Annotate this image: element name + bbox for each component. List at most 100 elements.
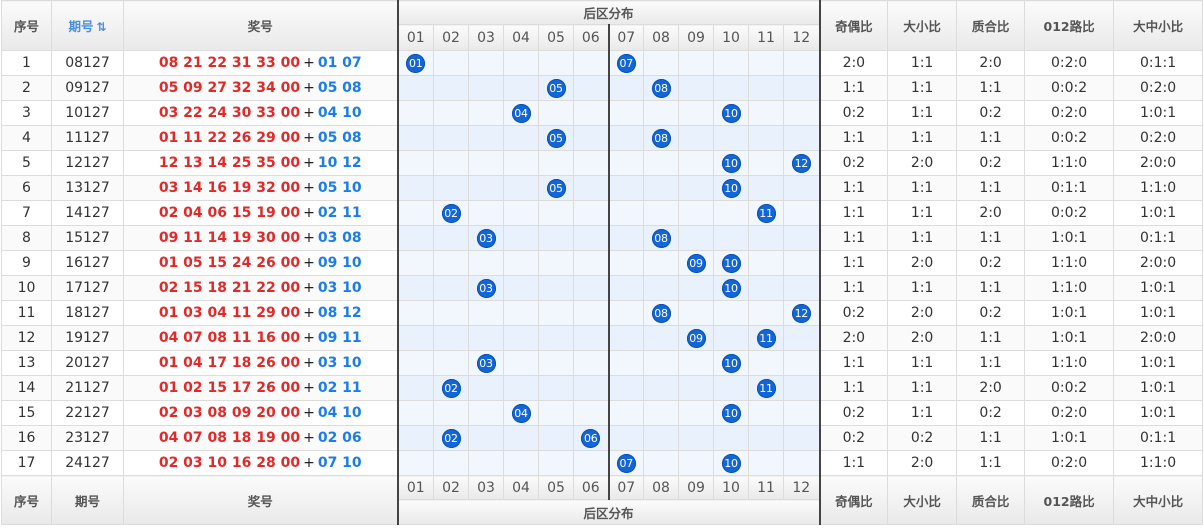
row-index: 5 <box>1 150 52 176</box>
row-road012: 1:1:0 <box>1024 250 1115 276</box>
row-size: 1:1 <box>887 375 958 401</box>
distribution-cell <box>433 150 469 176</box>
row-prime: 0:2 <box>956 300 1026 326</box>
row-road012: 0:1:1 <box>1024 175 1115 201</box>
back-numbers: 03 10 <box>317 355 362 371</box>
distribution-cell <box>396 300 434 326</box>
distribution-cell <box>607 200 644 226</box>
header-size: 大小比 <box>887 0 958 51</box>
back-numbers: 02 11 <box>317 380 362 396</box>
distribution-cell <box>503 225 539 251</box>
distribution-cell: 10 <box>713 150 749 176</box>
distribution-cell <box>678 300 714 326</box>
distribution-cell: 08 <box>643 125 679 151</box>
table-row: 12 19127 04 07 08 11 16 00 +09 11 09 11 2:0 2:0… <box>1 325 1204 351</box>
row-draw: 01 02 15 17 26 00 +02 11 <box>123 375 398 401</box>
row-size: 2:0 <box>887 250 958 276</box>
row-period: 14127 <box>51 200 124 226</box>
distribution-cell <box>538 400 574 426</box>
header-num: 01 <box>396 24 434 51</box>
row-sml: 1:0:1 <box>1113 400 1204 426</box>
row-draw: 02 04 06 15 19 00 +02 11 <box>123 200 398 226</box>
distribution-cell <box>748 100 784 126</box>
distribution-cell: 10 <box>713 350 749 376</box>
distribution-cell <box>782 250 821 276</box>
distribution-cell <box>643 50 679 76</box>
row-size: 2:0 <box>887 325 958 351</box>
row-road012: 1:0:1 <box>1024 225 1115 251</box>
distribution-cell: 02 <box>433 375 469 401</box>
distribution-cell <box>678 400 714 426</box>
row-parity: 0:2 <box>819 150 889 176</box>
back-numbers: 09 11 <box>317 330 362 346</box>
row-sml: 1:0:1 <box>1113 300 1204 326</box>
ball-marker: 10 <box>721 278 741 298</box>
distribution-cell <box>573 325 609 351</box>
front-numbers: 02 15 18 21 22 00 <box>158 280 301 296</box>
row-prime: 1:1 <box>956 275 1026 301</box>
sort-icon[interactable]: ⇅ <box>96 20 106 34</box>
distribution-cell <box>782 50 821 76</box>
plus-sign: + <box>303 130 315 146</box>
row-parity: 0:2 <box>819 400 889 426</box>
row-sml: 2:0:0 <box>1113 150 1204 176</box>
row-sml: 1:0:1 <box>1113 350 1204 376</box>
distribution-cell <box>433 325 469 351</box>
distribution-cell <box>538 250 574 276</box>
distribution-cell <box>503 350 539 376</box>
ball-marker: 03 <box>476 353 496 373</box>
header-period-sortable[interactable]: 期号 ⇅ <box>51 0 124 51</box>
table-row: 15 22127 02 03 08 09 20 00 +04 10 04 10 0:2 1:1… <box>1 400 1204 426</box>
distribution-cell <box>396 450 434 476</box>
footer-num: 07 <box>607 475 644 500</box>
table-row: 6 13127 03 14 16 19 32 00 +05 10 05 10 1:1 1:1 1… <box>1 175 1204 201</box>
distribution-cell: 08 <box>643 225 679 251</box>
back-numbers: 01 07 <box>317 55 362 71</box>
row-draw: 05 09 27 32 34 00 +05 08 <box>123 75 398 101</box>
distribution-cell <box>468 400 504 426</box>
row-prime: 1:1 <box>956 75 1026 101</box>
distribution-cell <box>643 350 679 376</box>
row-road012: 1:1:0 <box>1024 275 1115 301</box>
footer-num: 06 <box>573 475 609 500</box>
distribution-cell <box>433 400 469 426</box>
row-parity: 1:1 <box>819 200 889 226</box>
row-parity: 1:1 <box>819 75 889 101</box>
row-size: 1:1 <box>887 125 958 151</box>
row-road012: 0:0:2 <box>1024 75 1115 101</box>
distribution-cell <box>748 450 784 476</box>
distribution-cell <box>573 175 609 201</box>
row-prime: 0:2 <box>956 100 1026 126</box>
footer-road012: 012路比 <box>1024 475 1115 525</box>
ball-marker: 09 <box>686 253 706 273</box>
distribution-cell: 02 <box>433 425 469 451</box>
back-numbers: 09 10 <box>317 255 362 271</box>
footer-draw: 奖号 <box>123 475 398 525</box>
back-numbers: 04 10 <box>317 405 362 421</box>
front-numbers: 01 02 15 17 26 00 <box>158 380 301 396</box>
distribution-cell <box>503 325 539 351</box>
footer-period: 期号 <box>51 475 124 525</box>
ball-marker: 03 <box>476 228 496 248</box>
ball-marker: 09 <box>686 328 706 348</box>
plus-sign: + <box>303 355 315 371</box>
row-parity: 2:0 <box>819 50 889 76</box>
distribution-cell <box>503 250 539 276</box>
distribution-cell <box>607 375 644 401</box>
row-period: 13127 <box>51 175 124 201</box>
header-parity: 奇偶比 <box>819 0 889 51</box>
distribution-cell <box>573 200 609 226</box>
distribution-cell <box>782 125 821 151</box>
distribution-cell <box>643 375 679 401</box>
row-draw: 04 07 08 11 16 00 +09 11 <box>123 325 398 351</box>
row-draw: 08 21 22 31 33 00 +01 07 <box>123 50 398 76</box>
distribution-cell <box>748 175 784 201</box>
table-row: 11 18127 01 03 04 11 29 00 +08 12 08 12 0:2 2:0… <box>1 300 1204 326</box>
row-parity: 1:1 <box>819 450 889 476</box>
distribution-cell <box>607 100 644 126</box>
footer-num: 03 <box>468 475 504 500</box>
plus-sign: + <box>303 105 315 121</box>
distribution-cell <box>782 200 821 226</box>
plus-sign: + <box>303 280 315 296</box>
row-sml: 0:2:0 <box>1113 125 1204 151</box>
